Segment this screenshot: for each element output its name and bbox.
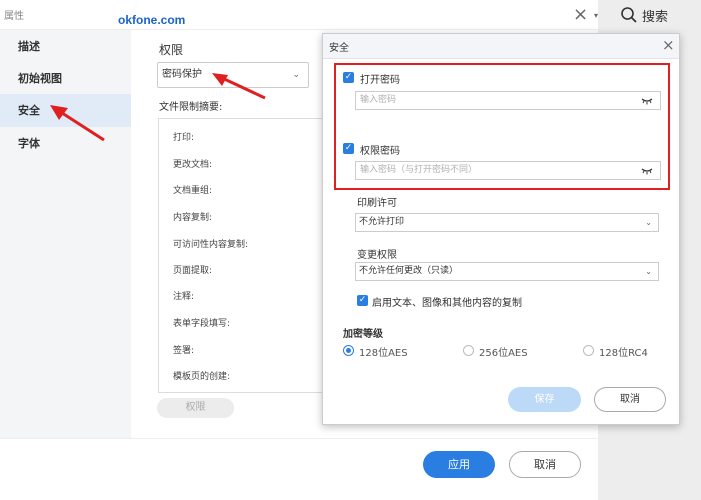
permissions-button[interactable]: 权限 — [157, 398, 234, 418]
summary-item: 内容复制: — [173, 213, 213, 223]
chevron-down-icon: ⌄ — [292, 70, 300, 80]
open-password-checkbox[interactable]: ✓ — [343, 72, 354, 83]
radio-aes256-label: 256位AES — [479, 348, 528, 359]
permission-password-label: 权限密码 — [360, 146, 400, 157]
open-password-input[interactable]: 输入密码 — [355, 91, 661, 110]
save-button[interactable]: 保存 — [508, 387, 581, 412]
summary-item: 签署: — [173, 346, 195, 356]
radio-aes128[interactable] — [343, 345, 354, 356]
summary-item: 表单字段填写: — [173, 319, 231, 329]
screen: 属性 okfone.com × ▾ 描述 初始视图 安全 字体 权限 密码保护 … — [0, 0, 701, 500]
red-arrow-annotation — [212, 73, 266, 100]
main-footer — [0, 438, 598, 500]
close-icon[interactable]: × — [662, 36, 675, 54]
summary-item: 模板页的创建: — [173, 372, 231, 382]
permission-password-checkbox[interactable]: ✓ — [343, 143, 354, 154]
change-permission-select[interactable]: 不允许任何更改（只读） ⌄ — [355, 262, 659, 281]
search-label[interactable]: 搜索 — [642, 6, 668, 25]
summary-item: 打印: — [173, 133, 195, 143]
apply-button[interactable]: 应用 — [423, 451, 495, 478]
security-dialog-title: 安全 — [329, 43, 349, 54]
summary-item: 可访问性内容复制: — [173, 240, 249, 250]
enable-copy-label: 启用文本、图像和其他内容的复制 — [372, 298, 522, 309]
eye-closed-icon[interactable] — [641, 167, 653, 175]
dialog-cancel-button[interactable]: 取消 — [594, 387, 666, 412]
radio-rc4128[interactable] — [583, 345, 594, 356]
summary-item: 页面提取: — [173, 266, 213, 276]
window-title: 属性 — [4, 11, 24, 22]
red-arrow-annotation — [50, 105, 105, 142]
enable-copy-checkbox[interactable]: ✓ — [357, 295, 368, 306]
properties-titlebar: 属性 — [0, 0, 598, 30]
print-permission-select[interactable]: 不允许打印 ⌄ — [355, 213, 659, 232]
radio-rc4128-label: 128位RC4 — [599, 348, 648, 359]
summary-item: 更改文档: — [173, 160, 213, 170]
permissions-select-value: 密码保护 — [162, 69, 202, 80]
print-permission-label: 印刷许可 — [357, 198, 397, 209]
search-icon[interactable] — [620, 6, 638, 24]
print-permission-value: 不允许打印 — [359, 217, 405, 227]
eye-closed-icon[interactable] — [641, 97, 653, 105]
summary-item: 文档重组: — [173, 186, 213, 196]
open-password-label: 打开密码 — [360, 75, 400, 86]
encryption-level-label: 加密等级 — [343, 329, 383, 340]
chevron-down-icon: ⌄ — [645, 218, 652, 227]
permissions-label: 权限 — [159, 43, 184, 57]
radio-aes256[interactable] — [463, 345, 474, 356]
change-permission-value: 不允许任何更改（只读） — [359, 266, 459, 276]
watermark-text: okfone.com — [118, 13, 186, 27]
security-dialog-titlebar: 安全 × — [323, 34, 679, 59]
permission-password-input[interactable]: 输入密码（与打开密码不同） — [355, 161, 661, 180]
sidebar-item-description[interactable]: 描述 — [0, 30, 131, 63]
close-icon[interactable]: × — [573, 4, 588, 25]
cancel-button[interactable]: 取消 — [509, 451, 581, 478]
radio-aes128-label: 128位AES — [359, 348, 408, 359]
chevron-down-icon: ⌄ — [645, 267, 652, 276]
summary-item: 注释: — [173, 292, 195, 302]
sidebar-item-initial-view[interactable]: 初始视图 — [0, 62, 131, 95]
change-permission-label: 变更权限 — [357, 250, 397, 261]
